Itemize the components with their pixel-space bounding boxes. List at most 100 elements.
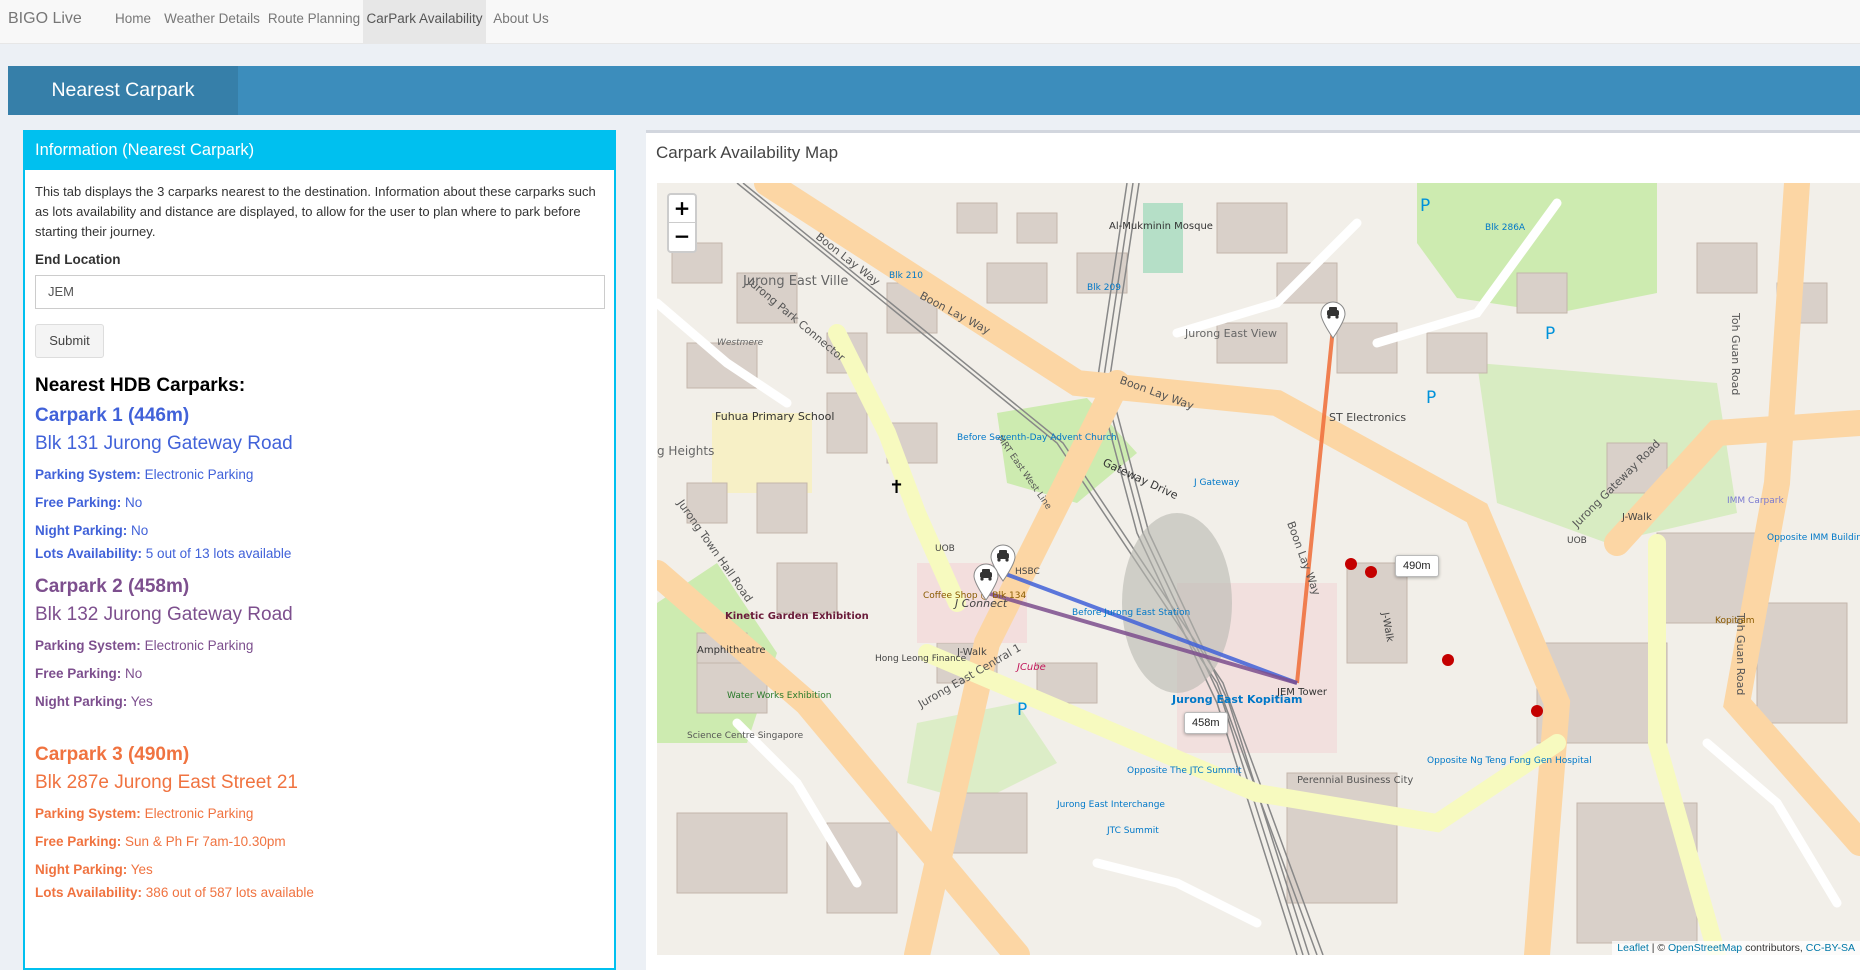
bus-stop-label: Opposite Ng Teng Fong Gen Hospital [1427, 756, 1592, 766]
bus-stop-label: Opposite The JTC Summit [1127, 766, 1242, 776]
carpark-3-title: Carpark 3 (490m) [35, 744, 190, 765]
school-area [712, 413, 812, 493]
carpark-2-parking-system: Parking System: Electronic Parking [35, 638, 253, 653]
carpark-3-night-parking-label: Night Parking: [35, 862, 128, 877]
hospital-icon [1531, 705, 1543, 717]
submit-button[interactable]: Submit [35, 324, 104, 358]
bus-stop-label: Before Jurong East Station [1072, 608, 1190, 618]
end-location-input[interactable]: JEM [35, 275, 605, 309]
carpark-3-parking-system: Parking System: Electronic Parking [35, 806, 253, 821]
carpark-1-title: Carpark 1 (446m) [35, 405, 190, 426]
nav-carpark-availability[interactable]: CarPark Availability [363, 0, 486, 43]
carpark-2-night-parking-value: Yes [130, 694, 153, 709]
carpark-1-night-parking-value: No [131, 523, 149, 538]
building-label: Westmere [717, 338, 764, 348]
bus-stop-label: Blk 209 [1087, 283, 1121, 293]
bus-stop-label: Before Seventh-Day Advent Church [957, 433, 1117, 443]
information-panel-title: Information (Nearest Carpark) [25, 130, 614, 170]
carpark-2-title: Carpark 2 (458m) [35, 576, 190, 597]
station-label: Jurong East Kopitiam [1171, 693, 1302, 706]
carpark-map[interactable]: P P P P ✝ Boon Lay Way Boon Lay Way Boon… [657, 183, 1860, 955]
carpark-2-night-parking: Night Parking: Yes [35, 694, 153, 709]
building-label: Perennial Business City [1297, 775, 1413, 786]
exhibition-label: Kinetic Garden Exhibition [725, 611, 869, 622]
information-panel: Information (Nearest Carpark) This tab d… [23, 130, 616, 970]
mosque-label: Al-Mukminin Mosque [1109, 221, 1213, 232]
parking-p-icon: P [1420, 196, 1430, 216]
carpark-3-night-parking-value: Yes [130, 862, 153, 877]
zoom-out-button[interactable]: − [669, 223, 695, 250]
church-icon: ✝ [889, 477, 904, 498]
attribution-contributors: contributors, [1742, 942, 1806, 954]
carpark-3-parking-system-label: Parking System: [35, 806, 141, 821]
carpark-3-parking-system-value: Electronic Parking [144, 806, 254, 821]
venue-label: Science Centre Singapore [687, 731, 804, 741]
nav-home[interactable]: Home [108, 0, 158, 43]
carpark-1-free-parking-label: Free Parking: [35, 495, 122, 510]
bank-label: UOB [1567, 536, 1587, 546]
road-label: Toh Guan Road [1729, 312, 1742, 395]
mall-label: JCube [1015, 662, 1046, 673]
dashboard-header: Nearest Carpark [8, 66, 1860, 115]
carpark-1-night-parking: Night Parking: No [35, 523, 148, 538]
carpark-2-night-parking-label: Night Parking: [35, 694, 128, 709]
exhibition-label: Water Works Exhibition [727, 691, 831, 701]
map-tiles[interactable]: P P P P ✝ Boon Lay Way Boon Lay Way Boon… [657, 183, 1860, 955]
license-link[interactable]: CC-BY-SA [1806, 942, 1855, 954]
map-pin-icon [973, 563, 999, 601]
carpark-2-free-parking: Free Parking: No [35, 666, 142, 681]
parking-p-icon: P [1545, 324, 1555, 344]
area-label: Jurong East Ville [742, 274, 848, 289]
bus-stop-label: J Gateway [1193, 478, 1240, 488]
openstreetmap-link[interactable]: OpenStreetMap [1668, 942, 1742, 954]
school-label: Fuhua Primary School [715, 410, 834, 423]
zoom-in-button[interactable]: + [669, 195, 695, 223]
top-navbar: BIGO Live Home Weather Details Route Pla… [0, 0, 1860, 44]
brand-logo[interactable]: BIGO Live [8, 10, 82, 28]
route-distance-label-2: 458m [1184, 712, 1228, 734]
carpark-3-free-parking: Free Parking: Sun & Ph Fr 7am-10.30pm [35, 834, 286, 849]
attribution-separator: | © [1648, 942, 1669, 954]
carpark-3-lots: Lots Availability: 386 out of 587 lots a… [35, 885, 314, 900]
carpark-1-night-parking-label: Night Parking: [35, 523, 128, 538]
carpark-3-marker[interactable] [1320, 301, 1346, 339]
nearest-carparks-heading: Nearest HDB Carparks: [35, 375, 246, 396]
carpark-2-parking-system-value: Electronic Parking [144, 638, 254, 653]
hospital-icon [1345, 558, 1357, 570]
carpark-1-lots-label: Lots Availability: [35, 546, 143, 561]
building-label: ST Electronics [1329, 411, 1406, 424]
route-distance-label-3: 490m [1395, 555, 1439, 577]
pond-area [1143, 203, 1183, 273]
parking-p-icon: P [1426, 388, 1436, 408]
hospital-icon [1442, 654, 1454, 666]
hospital-icon [1365, 566, 1377, 578]
carpark-1-parking-system-value: Electronic Parking [144, 467, 254, 482]
walkway-label: J-Walk [956, 647, 987, 658]
bank-label: HSBC [1015, 567, 1040, 577]
area-label: Jurong East View [1184, 327, 1277, 340]
zoom-control: + − [667, 193, 697, 253]
nav-weather-details[interactable]: Weather Details [163, 0, 261, 43]
carpark-2-address: Blk 132 Jurong Gateway Road [35, 604, 293, 625]
map-attribution: Leaflet | © OpenStreetMap contributors, … [1612, 941, 1860, 955]
end-location-label: End Location [35, 252, 121, 267]
carpark-1-free-parking-value: No [125, 495, 143, 510]
carpark-3-lots-value: 386 out of 587 lots available [145, 885, 314, 900]
carpark-3-free-parking-value: Sun & Ph Fr 7am-10.30pm [125, 834, 286, 849]
carpark-2-marker[interactable] [973, 563, 999, 601]
bank-label: Hong Leong Finance [875, 654, 967, 664]
carpark-3-night-parking: Night Parking: Yes [35, 862, 153, 877]
carpark-3-free-parking-label: Free Parking: [35, 834, 122, 849]
information-description: This tab displays the 3 carparks nearest… [35, 184, 596, 239]
carpark-1-lots-value: 5 out of 13 lots available [145, 546, 292, 561]
bus-stop-label: Blk 286A [1485, 223, 1526, 233]
carpark-3-address: Blk 287e Jurong East Street 21 [35, 772, 298, 793]
carpark-label: IMM Carpark [1727, 496, 1784, 506]
food-label: Kopitiam [1715, 616, 1755, 626]
nav-route-planning[interactable]: Route Planning [266, 0, 362, 43]
nav-about-us[interactable]: About Us [491, 0, 551, 43]
carpark-3-lots-label: Lots Availability: [35, 885, 143, 900]
leaflet-link[interactable]: Leaflet [1617, 942, 1649, 954]
building-label: JTC Summit [1106, 826, 1159, 836]
map-panel-title: Carpark Availability Map [656, 143, 839, 162]
